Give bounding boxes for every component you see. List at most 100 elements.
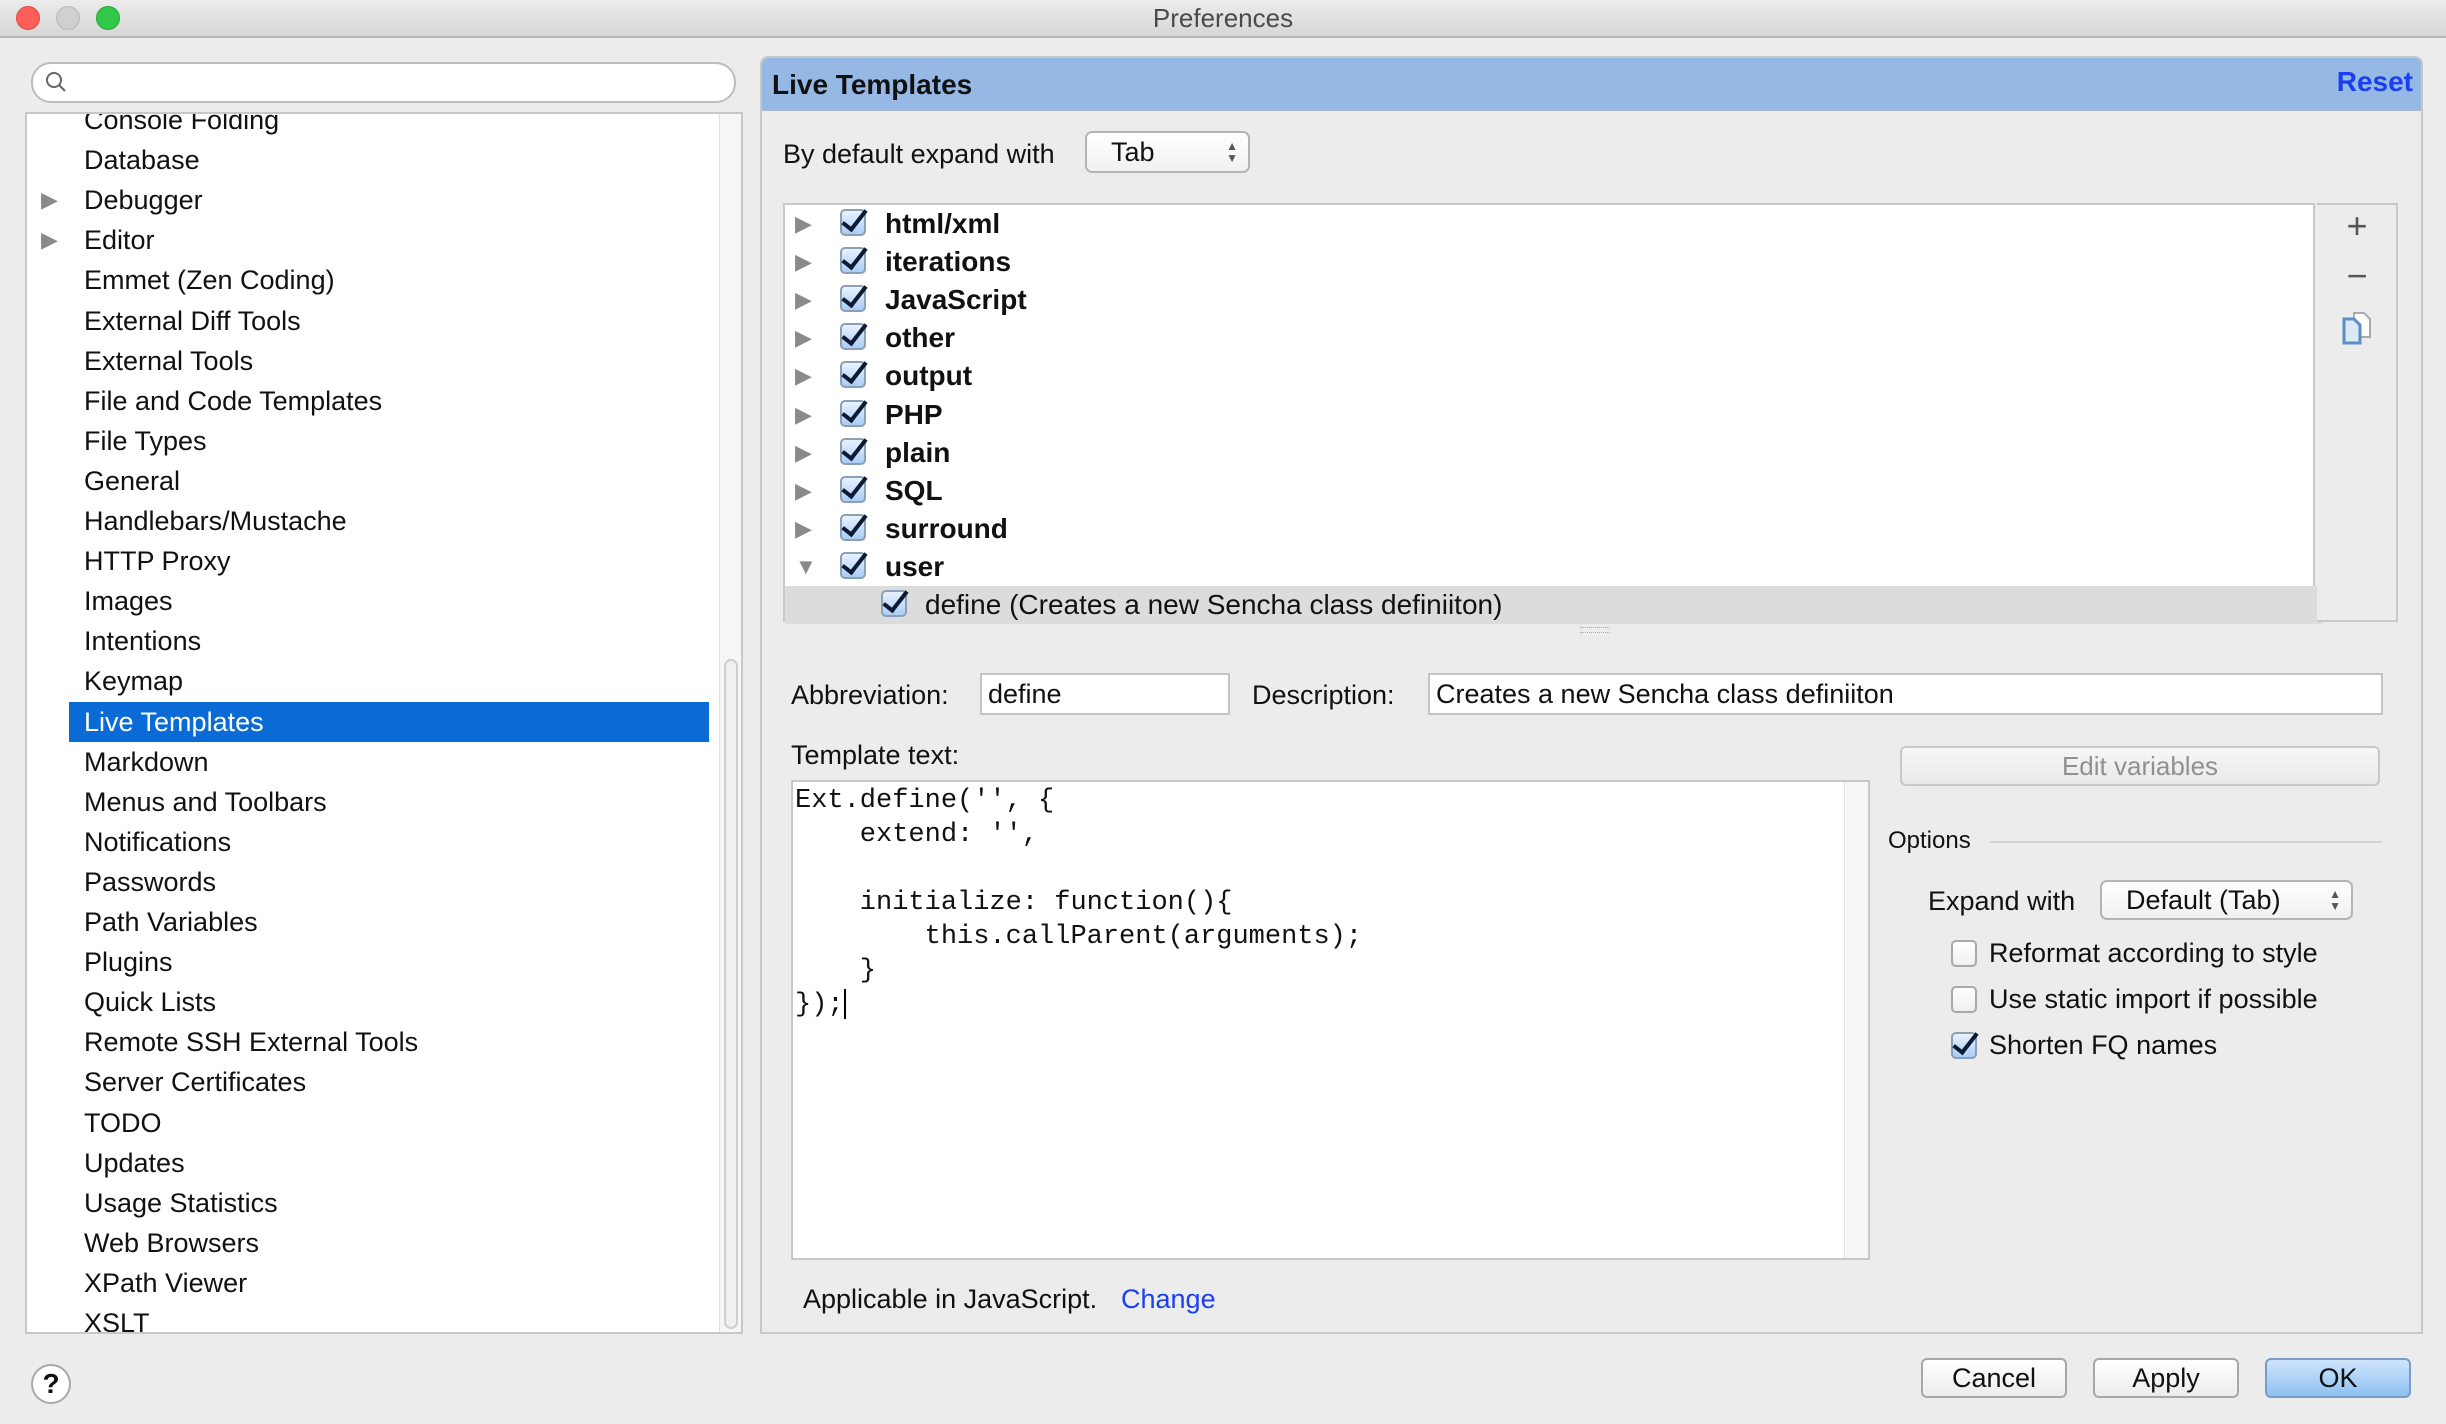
template-group[interactable]: ▶ JavaScript (785, 281, 2323, 319)
sidebar-item[interactable]: File and Code Templates (27, 381, 707, 421)
sidebar-item[interactable]: Notifications (27, 822, 707, 862)
reset-link[interactable]: Reset (2337, 66, 2413, 98)
sidebar-item[interactable]: Web Browsers (27, 1223, 707, 1263)
sidebar-item[interactable]: Intentions (27, 621, 707, 661)
checkbox[interactable] (1951, 940, 1977, 967)
template-item[interactable]: define (Creates a new Sencha class defin… (785, 586, 2323, 624)
cancel-button[interactable]: Cancel (1921, 1358, 2067, 1398)
sidebar-item[interactable]: Database (27, 140, 707, 180)
expand-arrow-icon[interactable]: ▶ (795, 243, 812, 281)
checkbox[interactable] (840, 551, 866, 579)
checkbox[interactable] (840, 285, 866, 313)
expand-arrow-icon[interactable]: ▶ (795, 434, 812, 472)
sidebar-item[interactable]: ▶ Editor (27, 220, 707, 260)
checkbox[interactable] (840, 437, 866, 465)
collapse-arrow-icon[interactable]: ▼ (795, 548, 817, 586)
expand-arrow-icon[interactable]: ▶ (41, 180, 58, 220)
template-code[interactable]: Ext.define('', { extend: '', initialize:… (795, 784, 1362, 1022)
sidebar-item[interactable]: Menus and Toolbars (27, 782, 707, 822)
ok-button[interactable]: OK (2265, 1358, 2411, 1398)
default-expand-label: By default expand with (783, 139, 1055, 169)
splitter-handle[interactable] (1580, 627, 1610, 633)
sidebar-item[interactable]: General (27, 461, 707, 501)
checkbox[interactable] (840, 247, 866, 275)
sidebar-item[interactable]: XPath Viewer (27, 1263, 707, 1303)
change-context-link[interactable]: Change (1121, 1284, 1216, 1315)
sidebar-item[interactable]: Keymap (27, 661, 707, 701)
template-label: PHP (885, 398, 943, 430)
template-group[interactable]: ▶ iterations (785, 243, 2323, 281)
sidebar-item[interactable]: Path Variables (27, 902, 707, 942)
expand-arrow-icon[interactable]: ▶ (795, 205, 812, 243)
sidebar-item[interactable]: ▶ Debugger (27, 180, 707, 220)
sidebar-item-label: Emmet (Zen Coding) (84, 265, 335, 296)
default-expand-select[interactable]: Tab ▲ ▼ (1085, 131, 1250, 173)
sidebar-item[interactable]: Quick Lists (27, 982, 707, 1022)
expand-arrow-icon[interactable]: ▶ (795, 281, 812, 319)
sidebar-item[interactable]: Images (27, 581, 707, 621)
expand-arrow-icon[interactable]: ▶ (795, 472, 812, 510)
abbreviation-label: Abbreviation: (791, 680, 949, 710)
checkbox[interactable] (881, 590, 907, 617)
expand-arrow-icon[interactable]: ▶ (795, 319, 812, 357)
sidebar-item[interactable]: Emmet (Zen Coding) (27, 260, 707, 300)
template-group[interactable]: ▶ other (785, 319, 2323, 357)
expand-arrow-icon[interactable]: ▶ (795, 396, 812, 434)
sidebar-item[interactable]: Remote SSH External Tools (27, 1022, 707, 1062)
template-label: user (885, 550, 945, 582)
sidebar-item[interactable]: HTTP Proxy (27, 541, 707, 581)
template-group[interactable]: ▶ SQL (785, 472, 2323, 510)
edit-variables-button[interactable]: Edit variables (1900, 746, 2380, 786)
sidebar-item[interactable]: Updates (27, 1143, 707, 1183)
description-label: Description: (1252, 680, 1395, 710)
expand-arrow-icon[interactable]: ▶ (795, 510, 812, 548)
template-group[interactable]: ▶ output (785, 357, 2323, 395)
template-group[interactable]: ▶ plain (785, 434, 2323, 472)
description-input[interactable]: Creates a new Sencha class definiiton (1428, 673, 2383, 715)
sidebar-scrollbar-thumb[interactable] (724, 659, 738, 1329)
template-scrollbar[interactable] (1844, 782, 1868, 1258)
checkbox[interactable] (1951, 1032, 1977, 1059)
settings-tree[interactable]: Console Folding Database ▶ Debugger ▶ Editor E… (25, 112, 743, 1334)
templates-tree[interactable]: ▶ html/xml ▶ iterations ▶ JavaScript ▶ other ▶ ou… (783, 203, 2349, 624)
sidebar-item[interactable]: XSLT (27, 1303, 707, 1332)
sidebar-item-label: File and Code Templates (84, 385, 383, 416)
expand-arrow-icon[interactable]: ▶ (795, 357, 812, 395)
sidebar-item[interactable]: External Tools (27, 341, 707, 381)
copy-template-button[interactable] (2317, 311, 2397, 354)
template-group[interactable]: ▶ PHP (785, 396, 2323, 434)
sidebar-item[interactable]: Server Certificates (27, 1062, 707, 1102)
sidebar-item[interactable]: External Diff Tools (27, 301, 707, 341)
add-template-button[interactable]: + (2317, 205, 2397, 247)
template-group[interactable]: ▼ user (785, 548, 2323, 586)
sidebar-item[interactable]: Passwords (27, 862, 707, 902)
sidebar-item-label: Server Certificates (84, 1067, 307, 1098)
apply-button[interactable]: Apply (2093, 1358, 2239, 1398)
updown-arrows-icon: ▲ ▼ (2329, 887, 2341, 913)
sidebar-item[interactable]: Usage Statistics (27, 1183, 707, 1223)
sidebar-item[interactable]: Live Templates (69, 701, 709, 742)
checkbox[interactable] (840, 361, 866, 389)
sidebar-item[interactable]: Handlebars/Mustache (27, 501, 707, 541)
template-group[interactable]: ▶ html/xml (785, 205, 2323, 243)
sidebar-item[interactable]: TODO (27, 1103, 707, 1143)
checkbox[interactable] (840, 399, 866, 427)
help-button[interactable]: ? (31, 1364, 71, 1404)
checkbox[interactable] (840, 209, 866, 236)
abbreviation-input[interactable]: define (980, 673, 1230, 715)
checkbox[interactable] (840, 475, 866, 503)
checkbox[interactable] (840, 323, 866, 351)
template-text-editor[interactable]: Ext.define('', { extend: '', initialize:… (791, 780, 1870, 1260)
sidebar-item[interactable]: Console Folding (27, 114, 707, 140)
expand-with-select[interactable]: Default (Tab) ▲ ▼ (2100, 880, 2353, 920)
sidebar-scrollbar[interactable] (719, 114, 741, 1332)
search-input[interactable] (31, 62, 736, 103)
expand-arrow-icon[interactable]: ▶ (41, 220, 58, 260)
checkbox[interactable] (840, 513, 866, 541)
template-group[interactable]: ▶ surround (785, 510, 2323, 548)
sidebar-item[interactable]: File Types (27, 421, 707, 461)
remove-template-button[interactable]: − (2317, 255, 2397, 297)
sidebar-item[interactable]: Plugins (27, 942, 707, 982)
checkbox[interactable] (1951, 986, 1977, 1013)
sidebar-item[interactable]: Markdown (27, 742, 707, 782)
